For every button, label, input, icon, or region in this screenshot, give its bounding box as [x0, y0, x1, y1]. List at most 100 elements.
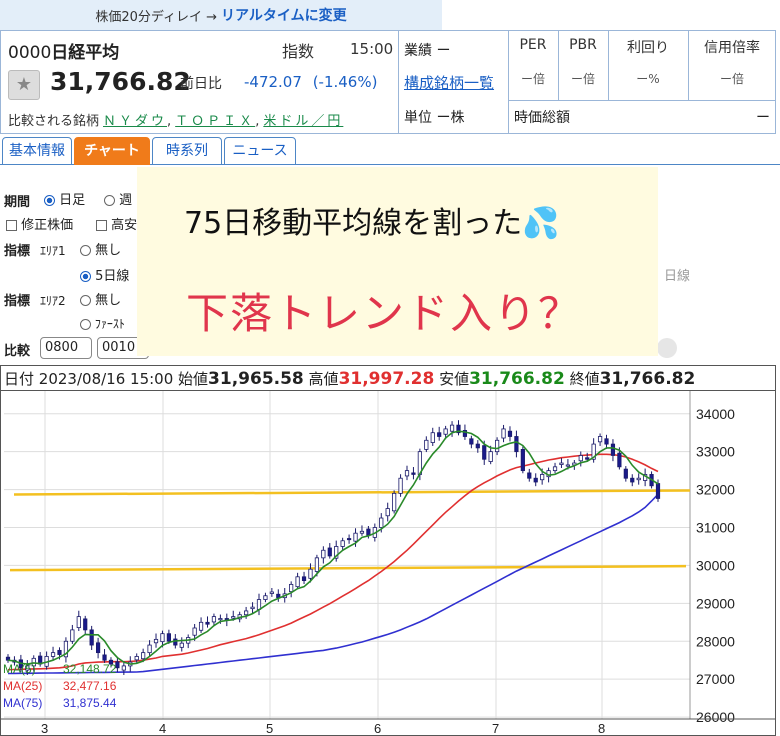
- candle-body: [392, 492, 397, 512]
- margin-value: ー倍: [719, 72, 744, 86]
- favorite-star-icon[interactable]: ★: [8, 70, 40, 100]
- tab-chart[interactable]: チャート: [74, 137, 150, 165]
- gyoseki: 業績 ー: [404, 43, 451, 59]
- compare-link-nydow[interactable]: ＮＹダウ: [103, 114, 167, 129]
- date-value: 2023/08/16 15:00: [38, 370, 174, 388]
- ma25-line: [7, 453, 659, 671]
- candle-body: [141, 652, 146, 660]
- compare-code-1[interactable]: 0800: [40, 337, 92, 359]
- candle-body: [147, 644, 152, 654]
- candle-body: [398, 477, 403, 494]
- period-weekly[interactable]: 週: [104, 189, 132, 208]
- pbr-value: ー倍: [570, 72, 595, 86]
- highlow-checkbox[interactable]: 高安: [96, 214, 137, 233]
- ind1-ma5[interactable]: 5日線: [80, 265, 129, 284]
- candle-body: [520, 448, 525, 472]
- candle-body: [449, 424, 455, 432]
- candle-body: [134, 656, 139, 661]
- candle-body: [70, 629, 75, 642]
- per-label: PER: [519, 37, 547, 53]
- y-tick-label: 33000: [696, 444, 735, 460]
- high-value: 31,997.28: [338, 369, 435, 389]
- price-chart[interactable]: 26000 27000 28000 29000 30000 31000 32000 33000…: [0, 391, 776, 736]
- ind2-first-label: ﾌｧｰｽﾄ: [94, 317, 125, 331]
- candle-body: [507, 430, 513, 437]
- indicator1-label: 指標: [4, 244, 31, 259]
- x-tick-label: 7: [492, 721, 499, 736]
- candle-body: [495, 439, 500, 453]
- legend-value: 32,477.16: [63, 679, 117, 693]
- ind2-first[interactable]: ﾌｧｰｽﾄ: [80, 315, 125, 332]
- y-tick-label: 34000: [696, 406, 735, 422]
- candle-body: [385, 508, 390, 517]
- compare-row: 比較される銘柄 ＮＹダウ, ＴＯＰＩＸ, 米ドル／円: [8, 114, 344, 129]
- y-tick-label: 29000: [696, 595, 735, 611]
- compare-link-topix[interactable]: ＴＯＰＩＸ: [175, 114, 255, 129]
- low-label: 安値: [439, 370, 470, 388]
- candle-body: [89, 629, 94, 646]
- candle-body: [475, 443, 480, 449]
- candle-body: [256, 599, 262, 610]
- change-pct: (-1.46%): [312, 73, 378, 91]
- current-price: 31,766.82: [50, 67, 191, 96]
- high-label: 高値: [308, 370, 339, 388]
- tab-news[interactable]: ニュース: [224, 137, 296, 165]
- margin-label: 信用倍率: [704, 40, 760, 56]
- radio-on-icon: [44, 195, 55, 206]
- tab-timeseries[interactable]: 時系列: [152, 137, 222, 165]
- candle-body: [301, 576, 307, 581]
- candle-body: [540, 474, 545, 481]
- realtime-link[interactable]: リアルタイムに変更: [221, 5, 347, 25]
- ind2-none[interactable]: 無し: [80, 289, 121, 308]
- radio-on-icon: [80, 271, 91, 282]
- annotation-line1: 75日移動平均線を割った💦: [184, 206, 560, 241]
- candle-body: [443, 428, 448, 435]
- candle-body: [211, 616, 217, 623]
- stock-title: 日経平均: [51, 43, 120, 63]
- scroll-knob[interactable]: [657, 338, 677, 358]
- radio-icon: [80, 319, 91, 330]
- candle-body: [250, 606, 255, 610]
- candle-body: [655, 483, 661, 499]
- yield-value: ー%: [636, 72, 660, 86]
- candle-body: [585, 457, 590, 460]
- divider: [508, 100, 776, 101]
- y-tick-label: 26000: [696, 709, 735, 725]
- candle-body: [218, 618, 223, 621]
- compare-link-usdjpy[interactable]: 米ドル／円: [263, 114, 343, 129]
- candle-body: [366, 528, 371, 536]
- low-value: 31,766.82: [469, 369, 565, 389]
- candle-body: [314, 557, 320, 572]
- candle-body: [482, 445, 487, 460]
- indicator2-label: 指標: [4, 294, 31, 309]
- constituents-link[interactable]: 構成銘柄一覧: [404, 72, 494, 93]
- legend-value: 32,148.72: [63, 662, 117, 676]
- candle-body: [95, 642, 101, 654]
- adjusted-price-checkbox[interactable]: 修正株価: [6, 214, 73, 233]
- legend-name: MA(75): [3, 696, 42, 710]
- tab-basic-info[interactable]: 基本情報: [2, 137, 72, 165]
- candle-body: [198, 621, 204, 631]
- per-value: ー倍: [520, 72, 545, 86]
- candle-body: [50, 652, 56, 657]
- candle-body: [263, 595, 268, 600]
- divider: [398, 30, 399, 134]
- candle-body: [308, 568, 313, 579]
- market-cap-value: ー: [756, 110, 770, 126]
- delay-banner: 株価20分ディレイ → リアルタイムに変更: [0, 0, 442, 30]
- support-line-lower: [9, 564, 687, 572]
- ind1-none-label: 無し: [95, 243, 122, 258]
- candle-body: [192, 627, 197, 636]
- pbr-label: PBR: [569, 37, 597, 53]
- y-tick-label: 32000: [696, 482, 735, 498]
- candle-body: [527, 472, 532, 479]
- candle-body: [121, 665, 126, 671]
- candle-body: [617, 452, 622, 468]
- candle-body: [76, 616, 81, 629]
- period-daily[interactable]: 日足: [44, 189, 85, 208]
- stock-kind: 指数: [282, 42, 315, 61]
- y-tick-label: 28000: [696, 633, 735, 649]
- candle-body: [295, 576, 300, 588]
- ind1-none[interactable]: 無し: [80, 239, 121, 258]
- legend-value: 31,875.44: [63, 696, 117, 710]
